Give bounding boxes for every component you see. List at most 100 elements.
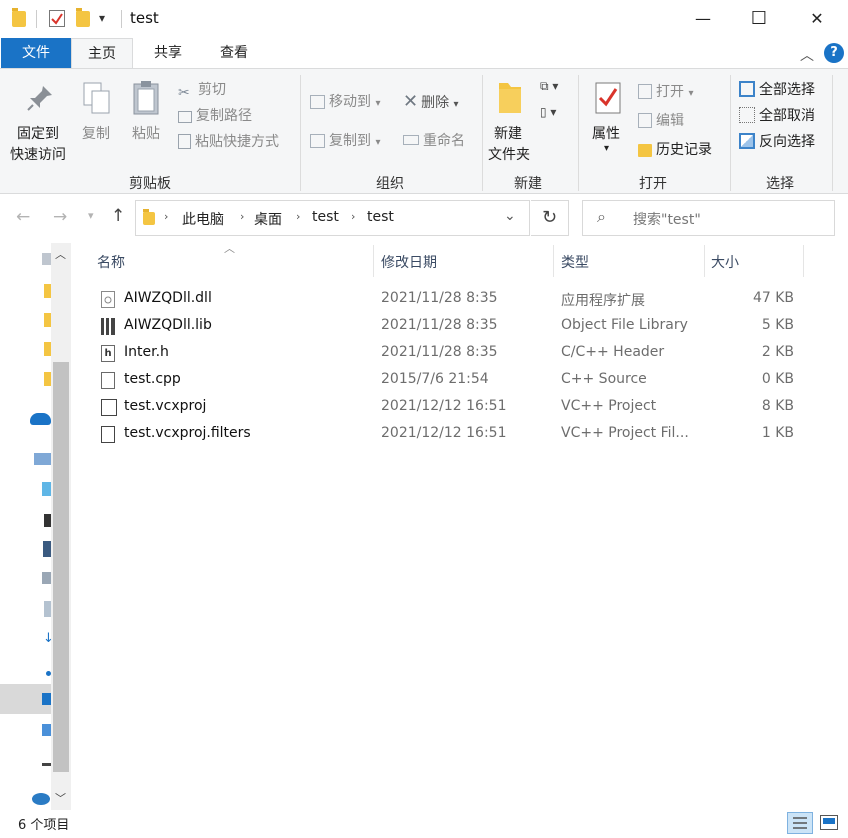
network-icon[interactable] <box>32 793 50 805</box>
pictures-icon[interactable] <box>43 541 51 557</box>
quick-access-dropdown-icon[interactable]: ▾ <box>99 11 105 25</box>
rename-button[interactable]: 重命名 <box>403 130 465 150</box>
delete-button[interactable]: ✕ 删除 ▾ <box>403 91 459 112</box>
new-folder-label-1: 新建 <box>494 126 522 142</box>
desktop-icon <box>42 693 51 705</box>
copy-path-label: 复制路径 <box>196 108 252 124</box>
copy-label: 复制 <box>82 126 110 142</box>
nav-scrollbar-thumb[interactable] <box>53 362 69 772</box>
new-item-button[interactable]: ⧉ ▾ <box>540 79 558 94</box>
new-folder-quick-icon[interactable] <box>76 8 90 27</box>
search-box[interactable]: ⌕ 搜索"test" <box>582 200 835 236</box>
move-to-button[interactable]: 移动到 ▾ <box>310 91 380 111</box>
open-button[interactable]: 打开 ▾ <box>638 81 693 101</box>
back-arrow-icon[interactable]: ← <box>16 207 30 227</box>
history-button[interactable]: 历史记录 <box>638 139 712 159</box>
group-label-organize: 组织 <box>376 176 404 192</box>
breadcrumb-desktop[interactable]: 桌面 <box>254 209 282 229</box>
up-arrow-icon[interactable]: ↑ <box>111 206 125 226</box>
column-header-type[interactable]: 类型 <box>561 252 589 272</box>
copy-to-button[interactable]: 复制到 ▾ <box>310 130 380 150</box>
tab-view[interactable]: 查看 <box>204 38 264 68</box>
edit-button[interactable]: 编辑 <box>638 110 684 130</box>
file-row[interactable]: test.cpp 2015/7/6 21:54 C++ Source 0 KB <box>96 367 806 394</box>
nav-folder-icon[interactable] <box>44 284 51 298</box>
scroll-up-icon[interactable]: ︿ <box>55 246 66 262</box>
maximize-button[interactable]: ☐ <box>730 0 788 38</box>
column-header-size[interactable]: 大小 <box>711 252 739 272</box>
column-separator[interactable] <box>803 245 804 277</box>
cut-button[interactable]: ✂ 剪切 <box>178 79 226 101</box>
file-date: 2015/7/6 21:54 <box>381 371 489 387</box>
easy-access-button[interactable]: ▯ ▾ <box>540 105 556 119</box>
paste-button[interactable]: 粘贴 <box>126 73 168 163</box>
breadcrumb-test[interactable]: test <box>312 209 339 225</box>
column-separator[interactable] <box>553 245 554 277</box>
group-label-open: 打开 <box>639 176 667 192</box>
windows-drive-icon[interactable] <box>42 724 51 736</box>
ribbon-tabs: 文件 主页 共享 查看 ︿ ? <box>0 38 848 68</box>
group-label-clipboard: 剪贴板 <box>129 176 171 192</box>
properties-button[interactable]: 属性 ▾ <box>586 73 630 163</box>
copy-icon <box>83 82 110 114</box>
collapse-ribbon-icon[interactable]: ︿ <box>800 45 814 65</box>
select-all-button[interactable]: 全部选择 <box>739 79 815 99</box>
file-date: 2021/11/28 8:35 <box>381 344 498 360</box>
chevron-down-icon[interactable]: ⌄ <box>504 208 516 224</box>
drive-icon[interactable] <box>42 763 51 766</box>
pin-quick-access-button[interactable]: 固定到 快速访问 <box>8 73 74 163</box>
column-header-date[interactable]: 修改日期 <box>381 252 437 272</box>
breadcrumb-this-pc[interactable]: 此电脑 <box>182 209 224 229</box>
breadcrumb-test-current[interactable]: test <box>367 209 394 225</box>
refresh-icon[interactable]: ↻ <box>531 200 569 236</box>
minimize-button[interactable]: — <box>674 0 732 38</box>
invert-selection-button[interactable]: 反向选择 <box>739 131 815 151</box>
nav-folder-icon[interactable] <box>44 342 51 356</box>
file-row[interactable]: test.vcxproj.filters 2021/12/12 16:51 VC… <box>96 421 806 448</box>
tab-share[interactable]: 共享 <box>138 38 198 68</box>
new-folder-button[interactable]: 新建 文件夹 <box>486 73 536 163</box>
paste-shortcut-button[interactable]: 粘贴快捷方式 <box>178 131 279 151</box>
select-none-button[interactable]: 全部取消 <box>739 105 815 125</box>
this-pc-icon[interactable] <box>34 453 51 465</box>
sort-ascending-icon: ︿ <box>224 242 235 255</box>
3d-objects-icon[interactable] <box>42 482 51 496</box>
nav-desktop-icon[interactable] <box>42 253 51 265</box>
edit-icon <box>638 113 652 128</box>
close-button[interactable]: ✕ <box>788 0 846 38</box>
address-bar[interactable]: › 此电脑 › 桌面 › test › test ⌄ <box>135 200 530 236</box>
tab-file[interactable]: 文件 <box>1 38 71 68</box>
column-header-name[interactable]: 名称 <box>97 252 125 272</box>
file-name: test.cpp <box>124 371 181 387</box>
column-separator[interactable] <box>704 245 705 277</box>
large-icons-view-icon[interactable] <box>820 815 838 830</box>
document-icon[interactable] <box>44 601 51 617</box>
nav-folder-icon[interactable] <box>44 372 51 386</box>
file-row[interactable]: AIWZQDll.dll 2021/11/28 8:35 应用程序扩展 47 K… <box>96 286 806 313</box>
onedrive-icon[interactable] <box>30 413 51 425</box>
file-row[interactable]: test.vcxproj 2021/12/12 16:51 VC++ Proje… <box>96 394 806 421</box>
forward-arrow-icon[interactable]: → <box>53 207 67 227</box>
chevron-right-icon: › <box>351 210 356 223</box>
column-separator[interactable] <box>373 245 374 277</box>
scroll-down-icon[interactable]: ﹀ <box>55 790 66 806</box>
nav-selected-item[interactable] <box>0 684 51 714</box>
select-none-label: 全部取消 <box>759 108 815 124</box>
nav-folder-icon[interactable] <box>44 313 51 327</box>
recent-locations-icon[interactable]: ▾ <box>88 209 94 222</box>
help-icon[interactable]: ? <box>824 43 844 63</box>
file-date: 2021/12/12 16:51 <box>381 425 507 441</box>
title-bar: ▾ test — ☐ ✕ <box>0 0 848 38</box>
file-row[interactable]: h Inter.h 2021/11/28 8:35 C/C++ Header 2… <box>96 340 806 367</box>
videos-icon[interactable] <box>44 514 51 527</box>
details-view-icon[interactable] <box>787 812 813 834</box>
copy-button[interactable]: 复制 <box>78 73 116 163</box>
tab-home[interactable]: 主页 <box>71 38 133 68</box>
file-size: 8 KB <box>761 398 794 414</box>
window-title: test <box>130 9 159 27</box>
documents-icon[interactable] <box>42 572 51 584</box>
file-row[interactable]: AIWZQDll.lib 2021/11/28 8:35 Object File… <box>96 313 806 340</box>
copy-path-button[interactable]: 复制路径 <box>178 105 252 125</box>
properties-quick-icon[interactable] <box>49 10 65 27</box>
delete-label: 删除 <box>421 95 450 111</box>
